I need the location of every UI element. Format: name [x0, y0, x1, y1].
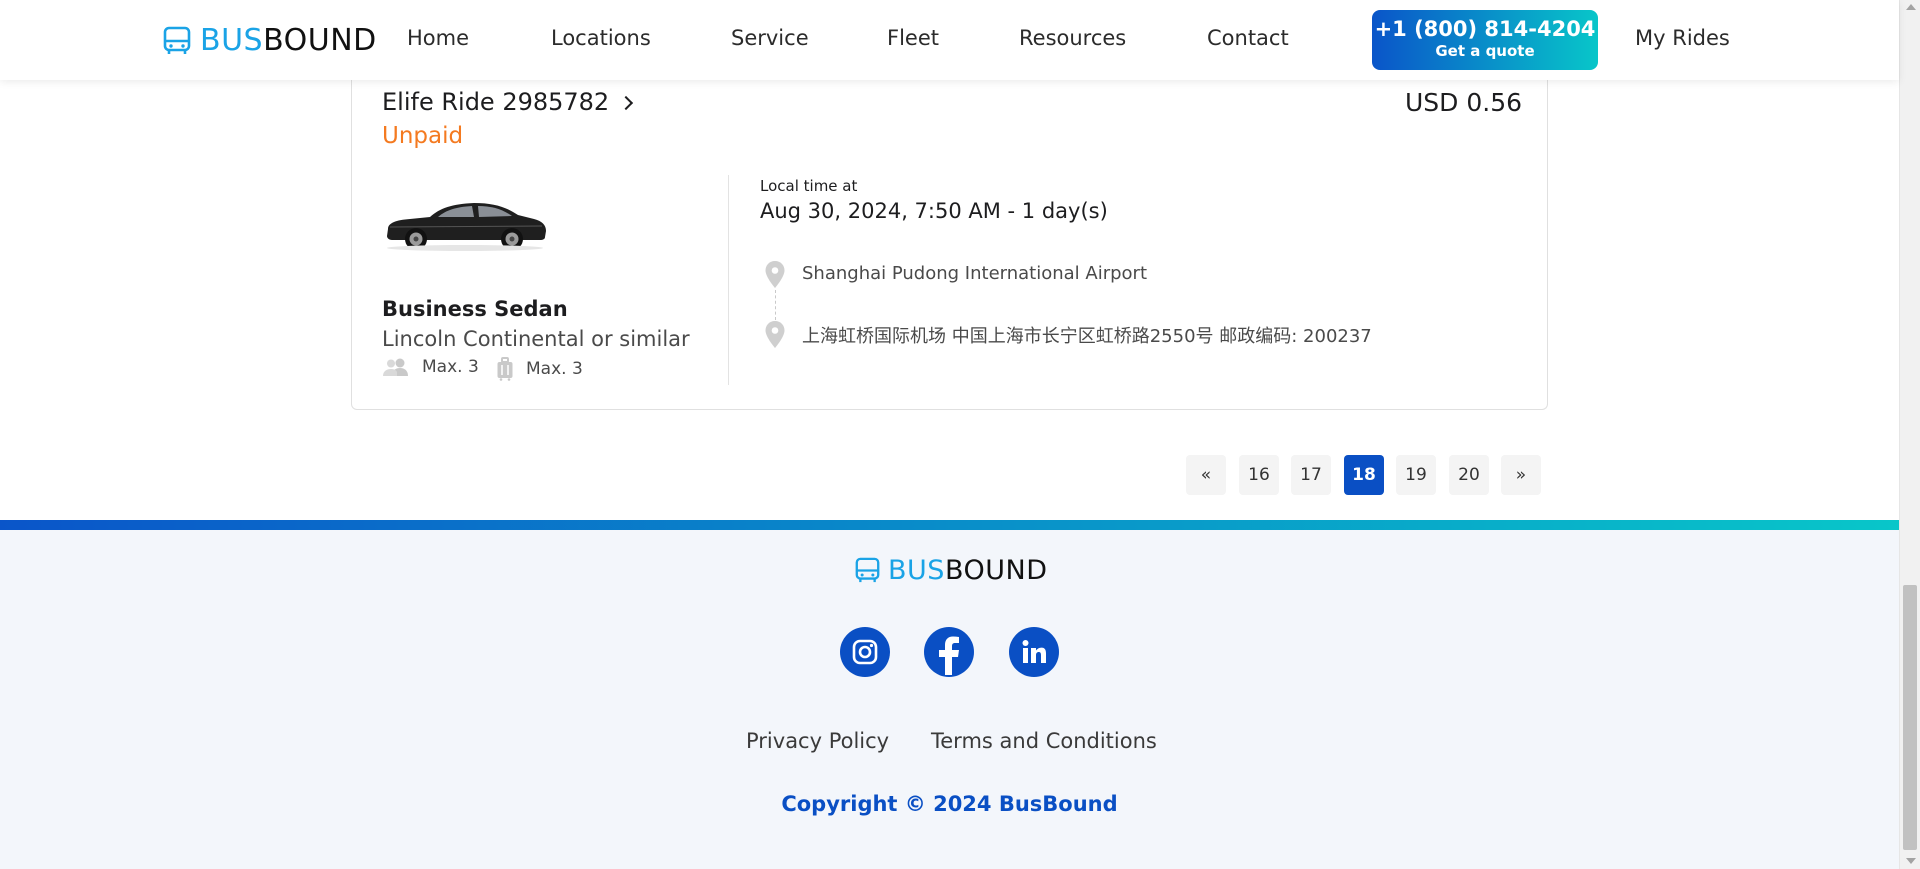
- scroll-up-arrow-icon[interactable]: [1906, 4, 1916, 10]
- nav-resources[interactable]: Resources: [1019, 26, 1126, 50]
- nav-home[interactable]: Home: [407, 26, 469, 50]
- route-connector: [775, 290, 776, 320]
- vehicle-class: Business Sedan: [382, 297, 568, 321]
- vehicle-model: Lincoln Continental or similar: [382, 327, 690, 351]
- ride-title: Elife Ride 2985782: [382, 88, 610, 116]
- passenger-max: Max. 3: [422, 357, 479, 377]
- footer-gradient-bar: [0, 520, 1899, 530]
- nav-contact[interactable]: Contact: [1207, 26, 1289, 50]
- sedan-car-image: [387, 203, 546, 251]
- footer-logo[interactable]: BUSBOUND: [855, 557, 1048, 584]
- bus-icon: [855, 557, 880, 583]
- facebook-icon: [939, 636, 959, 675]
- pagination-page-20[interactable]: 20: [1449, 455, 1489, 495]
- page-scrollbar[interactable]: [1899, 0, 1920, 869]
- chevron-right-icon: [619, 95, 634, 110]
- dropoff-location: 上海虹桥国际机场 中国上海市长宁区虹桥路2550号 邮政编码: 200237: [802, 326, 1372, 347]
- ride-datetime: Aug 30, 2024, 7:50 AM - 1 day(s): [760, 199, 1108, 223]
- cta-phone: +1 (800) 814-4204: [1374, 17, 1596, 41]
- logo-wordmark: BUSBOUND: [200, 22, 377, 58]
- nav-service[interactable]: Service: [731, 26, 809, 50]
- brand-logo[interactable]: BUSBOUND: [163, 24, 377, 57]
- pagination-prev[interactable]: «: [1186, 455, 1226, 495]
- site-footer: BUSBOUND Privacy Policy Terms and Condit…: [0, 520, 1899, 869]
- passenger-capacity: Max. 3: [382, 357, 479, 377]
- cta-subtitle: Get a quote: [1435, 42, 1535, 60]
- luggage-capacity: Max. 3: [496, 357, 583, 381]
- copyright-text: Copyright © 2024 BusBound: [781, 792, 1118, 816]
- pickup-location: Shanghai Pudong International Airport: [802, 263, 1148, 284]
- site-header: BUSBOUND Home Locations Service Fleet Re…: [0, 0, 1899, 80]
- card-divider: [728, 175, 729, 385]
- pickup-pin-icon: [765, 261, 785, 288]
- linkedin-icon: [1022, 640, 1046, 663]
- pagination-next[interactable]: »: [1501, 455, 1541, 495]
- facebook-link[interactable]: [924, 627, 974, 677]
- instagram-link[interactable]: [840, 627, 890, 677]
- dropoff-pin-icon: [765, 321, 785, 348]
- ride-price: USD 0.56: [1405, 88, 1523, 117]
- payment-status: Unpaid: [382, 123, 464, 149]
- privacy-policy-link[interactable]: Privacy Policy: [746, 729, 889, 753]
- footer-logo-wordmark: BUSBOUND: [888, 555, 1048, 586]
- get-quote-button[interactable]: +1 (800) 814-4204 Get a quote: [1372, 10, 1598, 70]
- pagination-page-18-current[interactable]: 18: [1344, 455, 1384, 495]
- passengers-icon: [383, 358, 408, 376]
- scroll-down-arrow-icon[interactable]: [1906, 858, 1916, 864]
- ride-title-link[interactable]: Elife Ride 2985782: [382, 88, 634, 116]
- luggage-icon: [497, 357, 513, 381]
- luggage-max: Max. 3: [526, 359, 583, 379]
- local-time-label: Local time at: [760, 177, 858, 195]
- pagination-page-17[interactable]: 17: [1291, 455, 1331, 495]
- pagination-page-19[interactable]: 19: [1396, 455, 1436, 495]
- nav-fleet[interactable]: Fleet: [887, 26, 939, 50]
- nav-my-rides[interactable]: My Rides: [1635, 26, 1730, 50]
- scrollbar-thumb[interactable]: [1903, 585, 1917, 850]
- bus-icon: [163, 26, 191, 54]
- terms-link[interactable]: Terms and Conditions: [931, 729, 1157, 753]
- instagram-icon: [852, 639, 878, 665]
- linkedin-link[interactable]: [1009, 627, 1059, 677]
- pagination-page-16[interactable]: 16: [1239, 455, 1279, 495]
- nav-locations[interactable]: Locations: [551, 26, 651, 50]
